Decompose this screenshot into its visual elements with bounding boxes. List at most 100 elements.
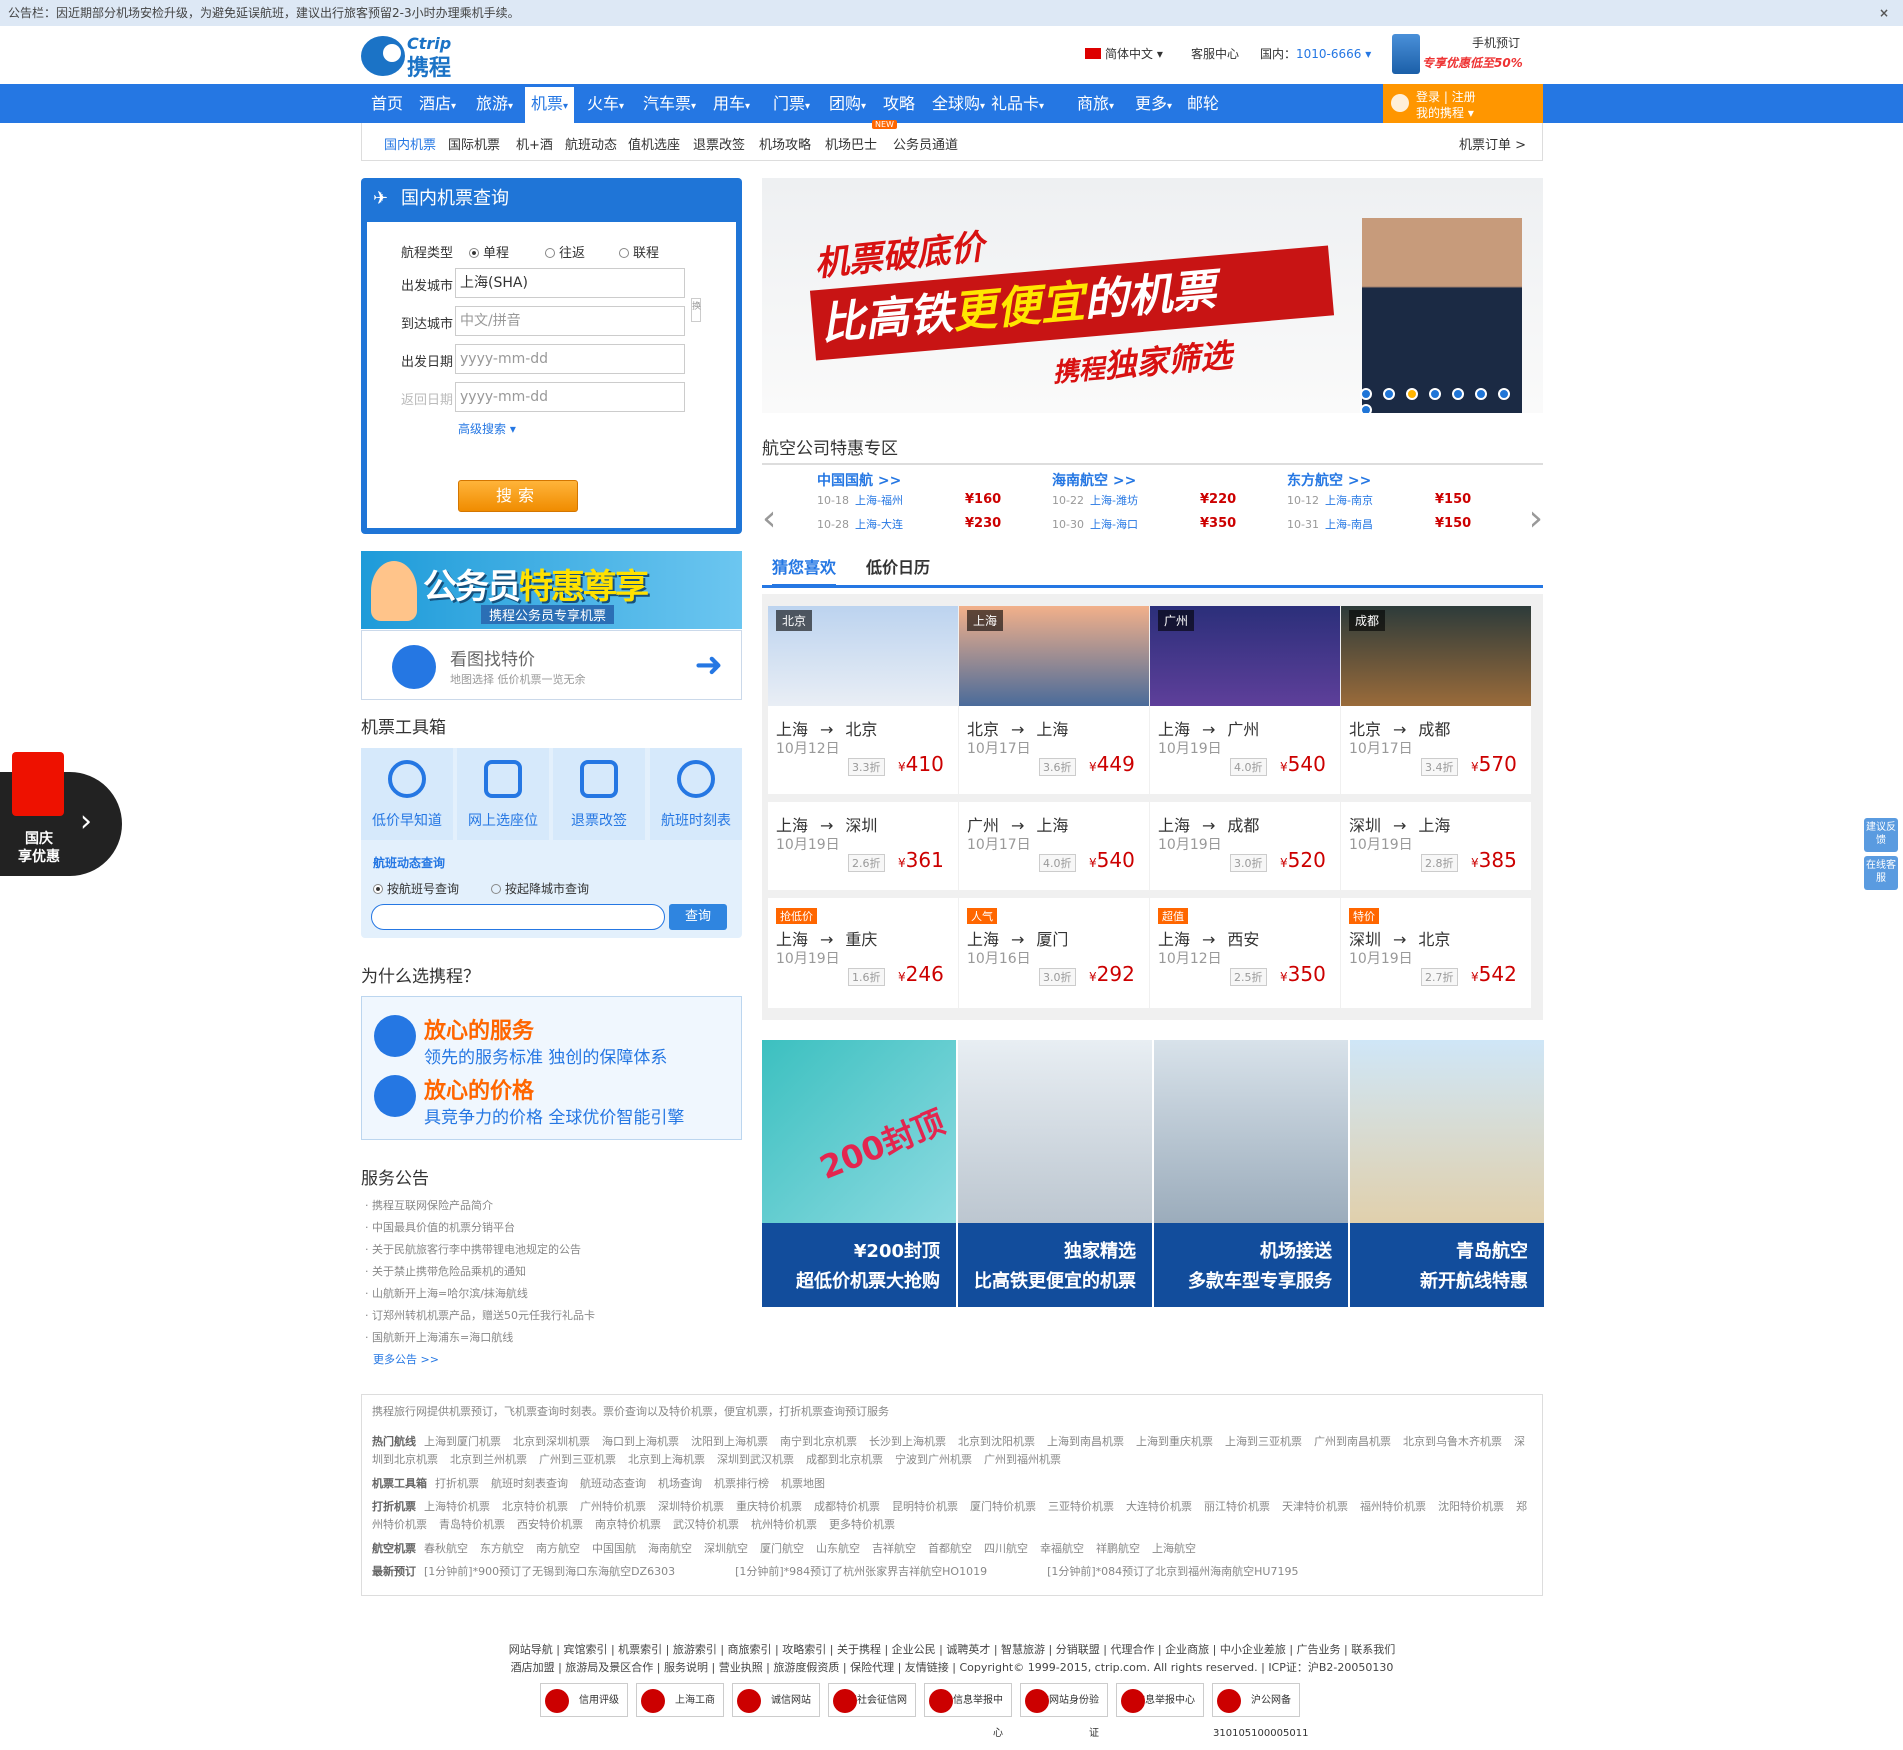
subnav-item[interactable]: 国际机票 <box>448 134 500 153</box>
carousel-dot[interactable] <box>1406 388 1418 400</box>
airline-name[interactable]: 海南航空 >> <box>1052 470 1136 490</box>
trust-badge[interactable]: 可信网站身份验证 <box>1020 1683 1108 1739</box>
trust-badge[interactable]: 沪公网备310105100005011 <box>1212 1683 1308 1739</box>
online-service-button[interactable]: 在线客服 <box>1864 856 1898 890</box>
tool-low-price-alert[interactable]: 低价早知道 <box>361 748 453 840</box>
civil-servant-banner[interactable]: 公务员特惠尊享 携程公务员专享机票 <box>361 551 742 629</box>
notice-item[interactable]: · 订郑州转机机票产品，赠送50元任我行礼品卡 <box>361 1305 742 1327</box>
feedback-button[interactable]: 建议反馈 <box>1864 818 1898 852</box>
trip-oneway[interactable]: 单程 <box>469 242 509 261</box>
footer-link[interactable]: 北京到乌鲁木齐机票 <box>1403 1435 1502 1448</box>
footer-link[interactable]: 中国国航 <box>592 1542 636 1555</box>
subnav-item[interactable]: 航班动态 <box>565 134 617 153</box>
carousel-dot[interactable] <box>1429 388 1441 400</box>
footer-link[interactable]: 广州到南昌机票 <box>1314 1435 1391 1448</box>
tool-timetable[interactable]: 航班时刻表 <box>650 748 742 840</box>
carousel-dot[interactable] <box>1475 388 1487 400</box>
by-city-radio[interactable]: 按起降城市查询 <box>491 880 589 897</box>
carousel-dot[interactable] <box>1383 388 1395 400</box>
flight-deal-card[interactable]: 特价 深圳 → 北京 10月19日 2.7折 ¥542 <box>1341 898 1531 1008</box>
promo-banner[interactable]: 200封顶 ¥200封顶 超低价机票大抢购 <box>762 1040 956 1307</box>
footer-link[interactable]: 广州到福州机票 <box>984 1453 1061 1466</box>
footer-link[interactable]: [1分钟前]*984预订了杭州张家界吉祥航空HO1019 <box>735 1565 987 1578</box>
footer-link[interactable]: 厦门特价机票 <box>970 1500 1036 1513</box>
flight-deal-card[interactable]: 广州 → 上海 10月17日 4.0折 ¥540 <box>959 802 1149 890</box>
flight-deal-card[interactable]: 超值 上海 → 西安 10月12日 2.5折 ¥350 <box>1150 898 1340 1008</box>
footer-link[interactable]: 打折机票 <box>435 1477 479 1490</box>
footer-link[interactable]: 上海到厦门机票 <box>424 1435 501 1448</box>
user-login-box[interactable]: 登录 | 注册 我的携程 ▾ <box>1383 84 1543 123</box>
footer-link[interactable]: [1分钟前]*900预订了无锡到海口东海航空DZ6303 <box>424 1565 675 1578</box>
subnav-item[interactable]: 机场巴士 <box>825 134 877 153</box>
promo-banner[interactable]: 独家精选 比高铁更便宜的机票 <box>958 1040 1152 1307</box>
nav-item[interactable]: 首页 <box>371 84 403 123</box>
ctrip-logo[interactable]: Ctrip 携程 <box>361 32 481 81</box>
nav-item[interactable]: 全球购▾ <box>932 84 985 123</box>
footer-link[interactable]: 天津特价机票 <box>1282 1500 1348 1513</box>
footer-link[interactable]: 航班动态查询 <box>580 1477 646 1490</box>
nav-item[interactable]: 礼品卡▾ <box>991 84 1044 123</box>
from-city-input[interactable]: 上海(SHA) <box>455 268 685 298</box>
footer-link[interactable]: 杭州特价机票 <box>751 1518 817 1531</box>
nav-item[interactable]: 更多▾ <box>1135 84 1172 123</box>
flight-deal-card[interactable]: 人气 上海 → 厦门 10月16日 3.0折 ¥292 <box>959 898 1149 1008</box>
trust-badge[interactable]: 信息举报中心 <box>1116 1683 1204 1717</box>
subnav-item[interactable]: 退票改签 <box>693 134 745 153</box>
return-date-input[interactable]: yyyy-mm-dd <box>455 382 685 412</box>
airline-name[interactable]: 东方航空 >> <box>1287 470 1371 490</box>
swap-cities-button[interactable]: 换 <box>691 298 701 322</box>
flight-query-button[interactable]: 查询 <box>669 904 727 930</box>
footer-link[interactable]: 上海到重庆机票 <box>1136 1435 1213 1448</box>
nav-item[interactable]: 商旅▾ <box>1077 84 1114 123</box>
flight-deal-card[interactable]: 上海 北京 → 上海 10月17日 3.6折 ¥449 <box>959 606 1149 794</box>
nav-item[interactable]: 旅游▾ <box>476 84 513 123</box>
to-city-input[interactable]: 中文/拼音 <box>455 306 685 336</box>
footer-link[interactable]: 祥鹏航空 <box>1096 1542 1140 1555</box>
subnav-item[interactable]: 机+酒 <box>516 134 553 153</box>
notice-item[interactable]: · 中国最具价值的机票分销平台 <box>361 1217 742 1239</box>
flight-deal-card[interactable]: 抢低价 上海 → 重庆 10月19日 1.6折 ¥246 <box>768 898 958 1008</box>
footer-link[interactable]: 吉祥航空 <box>872 1542 916 1555</box>
nav-item[interactable]: 邮轮 <box>1187 84 1219 123</box>
airline-name[interactable]: 中国国航 >> <box>817 470 901 490</box>
nav-item[interactable]: 酒店▾ <box>419 84 456 123</box>
nav-item[interactable]: 火车▾ <box>587 84 624 123</box>
footer-link[interactable]: 山东航空 <box>816 1542 860 1555</box>
footer-link[interactable]: 海口到上海机票 <box>602 1435 679 1448</box>
carousel-dot[interactable] <box>1360 404 1372 413</box>
more-notices-link[interactable]: 更多公告 >> <box>361 1349 742 1371</box>
footer-link[interactable]: 北京到兰州机票 <box>450 1453 527 1466</box>
footer-link[interactable]: 春秋航空 <box>424 1542 468 1555</box>
footer-link[interactable]: 沈阳到上海机票 <box>691 1435 768 1448</box>
depart-date-input[interactable]: yyyy-mm-dd <box>455 344 685 374</box>
carousel-dot[interactable] <box>1498 388 1510 400</box>
chevron-right-icon[interactable]: › <box>1529 498 1543 539</box>
promo-banner[interactable]: 青岛航空 新开航线特惠 <box>1350 1040 1544 1307</box>
footer-link[interactable]: 福州特价机票 <box>1360 1500 1426 1513</box>
footer-link[interactable]: 大连特价机票 <box>1126 1500 1192 1513</box>
service-center-link[interactable]: 客服中心 <box>1191 45 1239 62</box>
footer-link[interactable]: 宁波到广州机票 <box>895 1453 972 1466</box>
chevron-left-icon[interactable]: ‹ <box>762 498 776 539</box>
subnav-item[interactable]: 值机选座 <box>628 134 680 153</box>
trust-badge[interactable]: 违法信息举报中心 <box>924 1683 1012 1739</box>
tool-seat-select[interactable]: 网上选座位 <box>457 748 549 840</box>
footer-link[interactable]: 航班时刻表查询 <box>491 1477 568 1490</box>
footer-link[interactable]: 青岛特价机票 <box>439 1518 505 1531</box>
footer-link[interactable]: 沈阳特价机票 <box>1438 1500 1504 1513</box>
advanced-search-link[interactable]: 高级搜索 ▾ <box>458 420 516 437</box>
footer-link[interactable]: 厦门航空 <box>760 1542 804 1555</box>
footer-link[interactable]: 三亚特价机票 <box>1048 1500 1114 1513</box>
tool-refund-change[interactable]: 退票改签 <box>553 748 645 840</box>
flight-deal-card[interactable]: 北京 上海 → 北京 10月12日 3.3折 ¥410 <box>768 606 958 794</box>
footer-link[interactable]: [1分钟前]*084预订了北京到福州海南航空HU7195 <box>1047 1565 1298 1578</box>
subnav-item[interactable]: 国内机票 <box>384 134 436 153</box>
footer-link[interactable]: 上海到南昌机票 <box>1047 1435 1124 1448</box>
notice-item[interactable]: · 山航新开上海=哈尔滨/抹海航线 <box>361 1283 742 1305</box>
footer-link[interactable]: 昆明特价机票 <box>892 1500 958 1513</box>
nav-item[interactable]: 用车▾ <box>713 84 750 123</box>
airline-route[interactable]: 10-12 上海-南京 ¥150 <box>1287 492 1487 508</box>
footer-link[interactable]: 机票排行榜 <box>714 1477 769 1490</box>
airline-route[interactable]: 10-28 上海-大连 ¥230 <box>817 516 1017 532</box>
footer-link[interactable]: 北京到深圳机票 <box>513 1435 590 1448</box>
